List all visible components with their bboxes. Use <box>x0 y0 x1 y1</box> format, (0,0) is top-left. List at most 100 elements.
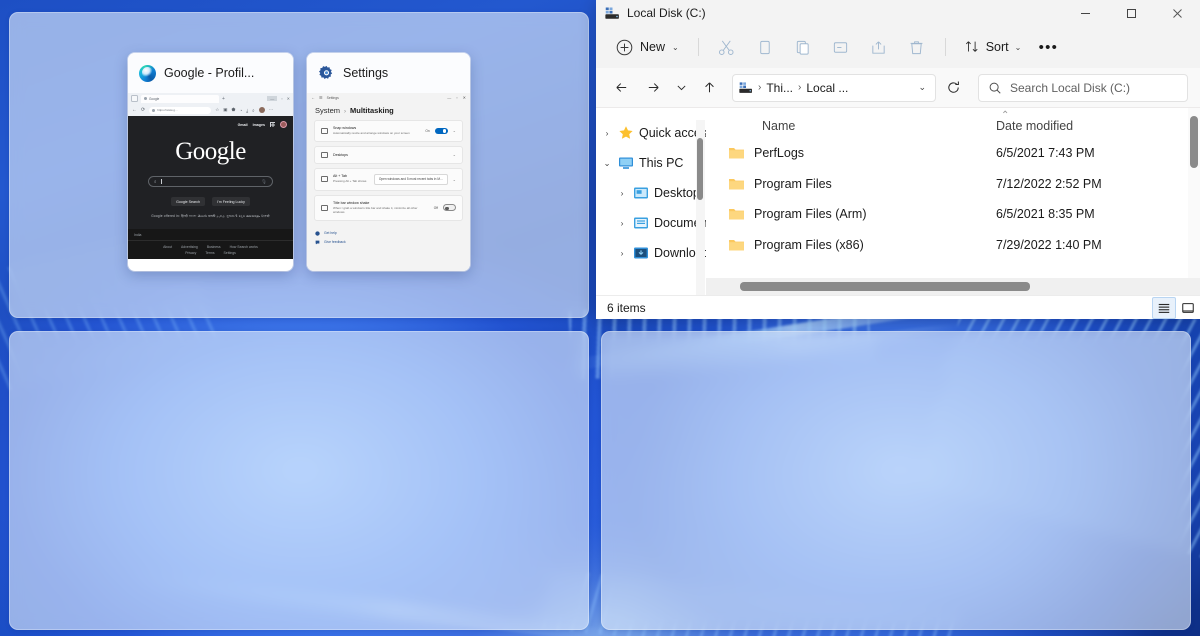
file-name-cell: PerfLogs <box>706 146 996 160</box>
chevron-right-icon[interactable]: › <box>616 248 628 258</box>
snap-thumbnail-titlebar: Settings <box>307 53 470 93</box>
details-view-button[interactable] <box>1152 296 1176 319</box>
file-list-horizontal-scrollbar[interactable] <box>706 278 1200 295</box>
minimize-button[interactable] <box>1062 0 1108 26</box>
forward-arrow-icon <box>648 83 659 92</box>
forward-button[interactable] <box>638 74 668 102</box>
delete-button[interactable] <box>899 32 935 62</box>
chevron-down-icon <box>677 85 685 91</box>
sort-icon <box>965 41 978 52</box>
file-list: ⌃ Name Date modified PerfLogs 6/5/2021 7… <box>706 108 1200 295</box>
search-icon: ⌕ <box>252 107 255 113</box>
explorer-titlebar[interactable]: Local Disk (C:) <box>596 0 1200 26</box>
sort-button[interactable]: Sort ⌄ <box>956 33 1030 61</box>
desktop: Google - Profil... Google + — ▫ ✕ ← ⟳ ht… <box>0 0 1200 636</box>
mini-settings-window: ← ☰ Settings — ▫ ✕ System › Multitasking <box>307 93 470 271</box>
chevron-right-icon[interactable]: › <box>616 188 628 198</box>
column-header-name[interactable]: Name <box>706 119 996 133</box>
details-view-icon <box>1158 303 1170 313</box>
snap-zone-bottom-right[interactable] <box>601 331 1191 630</box>
breadcrumb-local-disk[interactable]: Local ... <box>806 81 848 95</box>
recent-locations-button[interactable] <box>670 74 692 102</box>
monitor-icon <box>619 157 633 169</box>
alt-tab-dropdown: Open windows and 5 most recent tabs in M… <box>373 173 448 185</box>
large-icons-view-button[interactable] <box>1176 297 1200 319</box>
search-input[interactable]: Search Local Disk (C:) <box>978 73 1188 102</box>
snap-zone-top-left[interactable] <box>9 12 589 318</box>
snap-thumbnail-preview: ← ☰ Settings — ▫ ✕ System › Multitasking <box>307 93 470 271</box>
table-row[interactable]: Program Files (x86) 7/29/2022 1:40 PM <box>706 230 1200 261</box>
chevron-down-icon: ⌄ <box>452 176 456 182</box>
back-button[interactable] <box>606 74 636 102</box>
see-more-button[interactable]: ••• <box>1031 32 1065 62</box>
folder-icon <box>729 209 744 220</box>
mini-settings-links: Get help Give feedback <box>307 225 470 245</box>
vertical-scrollbar-thumb[interactable] <box>1190 116 1198 168</box>
table-row[interactable]: Program Files 7/12/2022 2:52 PM <box>706 169 1200 200</box>
share-button[interactable] <box>861 32 897 62</box>
chevron-right-icon[interactable]: › <box>601 128 613 138</box>
file-name: Program Files <box>754 176 832 191</box>
table-row[interactable]: Program Files (Arm) 6/5/2021 8:35 PM <box>706 199 1200 230</box>
file-date-modified: 7/29/2022 1:40 PM <box>996 237 1102 252</box>
navpane-scrollbar[interactable] <box>696 120 705 295</box>
rename-icon <box>834 41 848 53</box>
google-languages: Google offered in: हिन्दी বাংলা తెలుగు म… <box>151 214 270 218</box>
edge-icon <box>139 64 156 82</box>
navpane-scrollbar-thumb[interactable] <box>697 138 703 200</box>
sidebar-item-desktop[interactable]: › Desktop <box>596 178 706 208</box>
snap-thumbnail-preview: Google + — ▫ ✕ ← ⟳ https://www.g... ☆ ▣ … <box>128 93 293 271</box>
chevron-right-icon[interactable]: › <box>616 218 628 228</box>
explorer-toolbar: New ⌄ Sort ⌄ ••• <box>596 26 1200 68</box>
sidebar-item-quick-access[interactable]: › Quick acces <box>596 118 706 148</box>
snap-thumbnail-settings[interactable]: Settings ← ☰ Settings — ▫ ✕ System › Mul… <box>307 53 470 271</box>
privacy-link: Privacy <box>185 251 197 255</box>
snap-zone-bottom-left[interactable] <box>9 331 589 630</box>
file-list-header: Name Date modified <box>706 108 1200 138</box>
file-list-vertical-scrollbar[interactable] <box>1188 108 1200 278</box>
file-explorer-window: Local Disk (C:) New ⌄ Sort ⌄ ••• › Thi..… <box>596 0 1200 319</box>
chevron-down-icon[interactable]: ⌄ <box>918 82 929 93</box>
tab-list-icon <box>131 95 138 102</box>
rename-button[interactable] <box>823 32 859 62</box>
setting-row-title-bar-shake: Title bar window shake When I grab a win… <box>314 194 463 221</box>
copy-icon <box>760 40 770 54</box>
collections-icon: ▣ <box>223 107 228 112</box>
chevron-down-icon: ⌄ <box>1014 42 1022 52</box>
column-header-date-modified[interactable]: Date modified <box>996 119 1200 133</box>
table-row[interactable]: PerfLogs 6/5/2021 7:43 PM <box>706 138 1200 169</box>
advertising-link: Advertising <box>181 245 198 249</box>
file-name-cell: Program Files (Arm) <box>706 207 996 221</box>
chevron-down-icon[interactable]: ⌄ <box>601 158 613 169</box>
breadcrumb-separator: › <box>758 82 762 93</box>
local-disk-icon <box>739 81 752 93</box>
search-icon: ⌕ <box>154 179 157 184</box>
setting-text: Snap windows Automatically resize and ar… <box>333 126 420 136</box>
paste-button[interactable] <box>785 32 821 62</box>
address-bar[interactable]: › Thi... › Local ... ⌄ <box>732 73 936 102</box>
mini-window-controls: — ▫ ✕ <box>267 96 290 101</box>
cut-button[interactable] <box>709 32 745 62</box>
google-logo: Google <box>175 138 246 165</box>
chevron-down-icon: ⌄ <box>672 42 679 52</box>
alt-tab-icon <box>321 176 328 182</box>
sidebar-item-downloads[interactable]: › Download <box>596 238 706 268</box>
new-button-label: New <box>640 40 666 54</box>
up-button[interactable] <box>694 74 724 102</box>
close-button[interactable] <box>1154 0 1200 26</box>
file-date-modified: 6/5/2021 7:43 PM <box>996 146 1095 161</box>
refresh-button[interactable] <box>938 74 968 102</box>
breadcrumb-this-pc[interactable]: Thi... <box>766 81 793 95</box>
downloads-folder-icon <box>634 247 648 259</box>
snap-thumbnail-edge[interactable]: Google - Profil... Google + — ▫ ✕ ← ⟳ ht… <box>128 53 293 271</box>
copy-button[interactable] <box>747 32 783 62</box>
feedback-icon <box>315 240 320 244</box>
maximize-button[interactable] <box>1108 0 1154 26</box>
sort-indicator-icon: ⌃ <box>1001 110 1010 121</box>
sidebar-item-documents[interactable]: › Documen <box>596 208 706 238</box>
horizontal-scrollbar-thumb[interactable] <box>740 282 1030 291</box>
new-button[interactable]: New ⌄ <box>610 33 688 62</box>
get-help-label: Get help <box>324 231 337 235</box>
google-search-button: Google Search <box>171 197 206 206</box>
sidebar-item-this-pc[interactable]: ⌄ This PC <box>596 148 706 178</box>
